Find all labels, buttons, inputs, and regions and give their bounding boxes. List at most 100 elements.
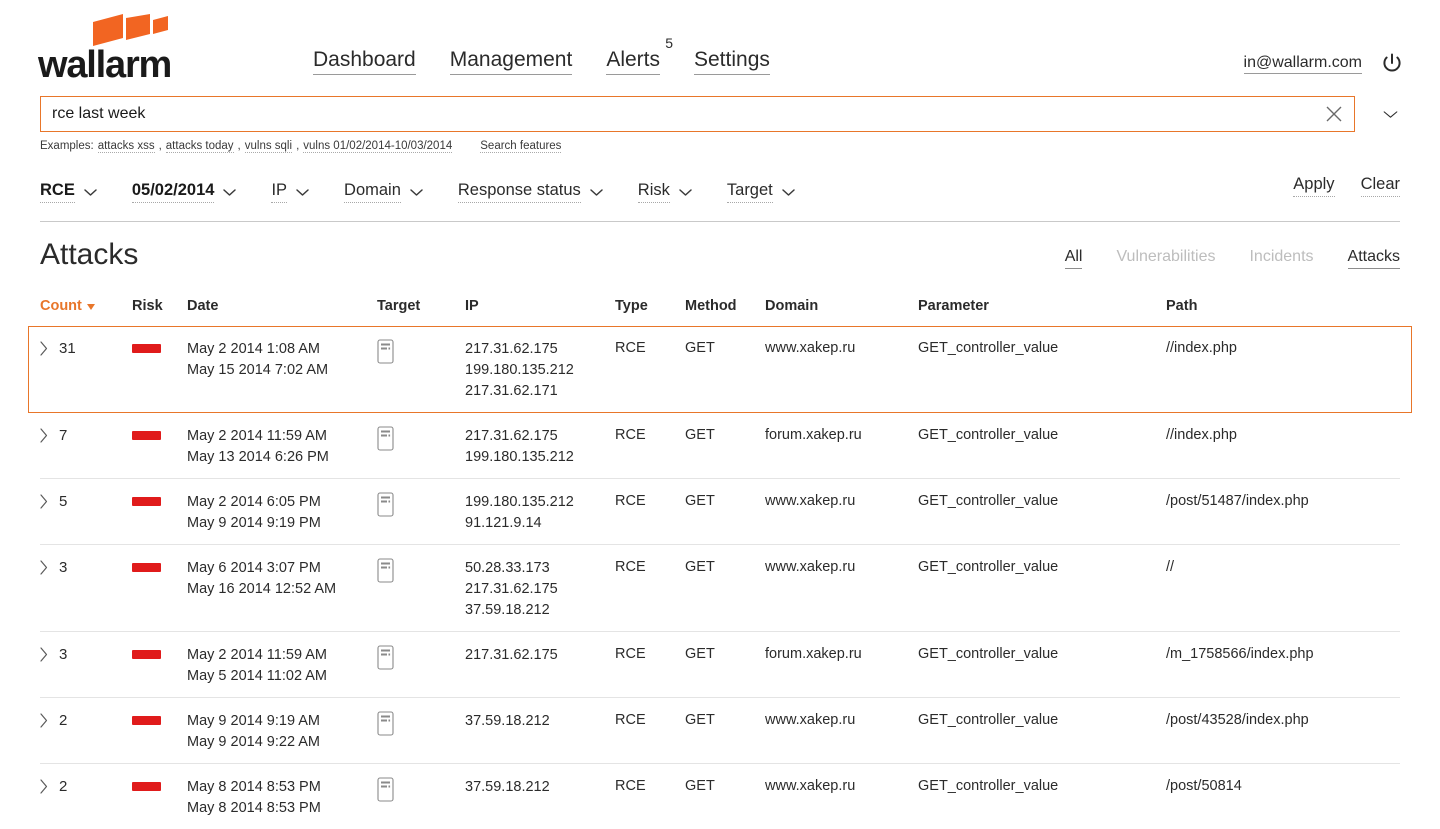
column-header-type[interactable]: Type xyxy=(615,298,685,314)
clear-button[interactable]: Clear xyxy=(1360,175,1400,197)
row-path: /m_1758566/index.php xyxy=(1166,646,1314,662)
row-domain: www.xakep.ru xyxy=(765,559,856,575)
search-box[interactable] xyxy=(40,96,1355,132)
nav-item-alerts[interactable]: Alerts 5 xyxy=(606,35,673,75)
row-dates: May 2 2014 6:05 PM May 9 2014 9:19 PM xyxy=(187,491,377,534)
row-count: 2 xyxy=(59,712,68,729)
example-link-3[interactable]: vulns sqli xyxy=(244,140,293,153)
power-icon[interactable] xyxy=(1380,52,1404,76)
expand-row-icon[interactable] xyxy=(40,779,48,794)
row-date: May 8 2014 8:53 PM xyxy=(187,800,321,816)
row-ips: 199.180.135.212 91.121.9.14 xyxy=(465,491,615,534)
row-date: May 8 2014 8:53 PM xyxy=(187,779,321,795)
server-icon[interactable] xyxy=(377,645,394,670)
filter-response-status[interactable]: Response status xyxy=(457,181,604,203)
search-features-link[interactable]: Search features xyxy=(480,140,562,153)
tab-vulnerabilities[interactable]: Vulnerabilities xyxy=(1116,248,1215,269)
chevron-down-icon[interactable] xyxy=(1381,104,1400,124)
apply-button[interactable]: Apply xyxy=(1293,175,1335,197)
row-ips: 217.31.62.175 199.180.135.212 xyxy=(465,425,615,468)
table-row[interactable]: 5 May 2 2014 6:05 PM May 9 2014 9:19 PM 199… xyxy=(40,478,1400,544)
row-date: May 9 2014 9:22 AM xyxy=(187,734,320,750)
result-tabs: All Vulnerabilities Incidents Attacks xyxy=(1064,248,1400,269)
server-icon[interactable] xyxy=(377,426,394,451)
example-link-2[interactable]: attacks today xyxy=(165,140,234,153)
chevron-down-icon xyxy=(296,188,309,196)
example-link-4[interactable]: vulns 01/02/2014-10/03/2014 xyxy=(303,140,453,153)
nav-item-settings[interactable]: Settings xyxy=(694,48,770,75)
column-header-date[interactable]: Date xyxy=(187,298,377,314)
nav-item-dashboard[interactable]: Dashboard xyxy=(313,48,416,75)
column-header-domain[interactable]: Domain xyxy=(765,298,918,314)
nav-label: Settings xyxy=(694,48,770,71)
table-row[interactable]: 31 May 2 2014 1:08 AM May 15 2014 7:02 AM 2… xyxy=(28,326,1412,413)
server-icon[interactable] xyxy=(377,492,394,517)
row-domain: www.xakep.ru xyxy=(765,493,856,509)
server-icon[interactable] xyxy=(377,777,394,802)
expand-row-icon[interactable] xyxy=(40,341,48,356)
row-date: May 2 2014 11:59 AM xyxy=(187,428,327,444)
column-header-method[interactable]: Method xyxy=(685,298,765,314)
filter-domain[interactable]: Domain xyxy=(344,181,424,203)
column-header-path[interactable]: Path xyxy=(1166,298,1400,314)
filter-rce[interactable]: RCE xyxy=(40,181,98,203)
column-header-count[interactable]: Count xyxy=(40,298,132,314)
filter-risk[interactable]: Risk xyxy=(637,181,693,203)
logo[interactable]: wallarm xyxy=(38,12,188,84)
filter-label: Domain xyxy=(344,181,401,203)
filter-target[interactable]: Target xyxy=(726,181,796,203)
row-target xyxy=(377,557,465,583)
row-type: RCE xyxy=(615,340,646,356)
row-method: GET xyxy=(685,712,715,728)
row-dates: May 8 2014 8:53 PM May 8 2014 8:53 PM xyxy=(187,776,377,819)
wallarm-logo-mark xyxy=(93,14,168,46)
row-parameter: GET_controller_value xyxy=(918,778,1059,794)
filter-actions: Apply Clear xyxy=(1293,175,1400,197)
close-icon[interactable] xyxy=(1324,104,1344,124)
expand-row-icon[interactable] xyxy=(40,428,48,443)
row-parameter: GET_controller_value xyxy=(918,340,1059,356)
row-ip: 199.180.135.212 xyxy=(465,494,574,510)
chevron-down-icon xyxy=(782,188,795,196)
row-target xyxy=(377,425,465,451)
row-target xyxy=(377,776,465,802)
expand-row-icon[interactable] xyxy=(40,560,48,575)
nav-item-management[interactable]: Management xyxy=(449,48,573,75)
filter-label: Target xyxy=(726,181,773,203)
search-input[interactable] xyxy=(41,97,1354,131)
chevron-down-icon xyxy=(223,188,237,196)
expand-row-icon[interactable] xyxy=(40,647,48,662)
row-date: May 6 2014 3:07 PM xyxy=(187,560,321,576)
row-method: GET xyxy=(685,778,715,794)
column-header-risk[interactable]: Risk xyxy=(132,298,187,314)
column-header-target[interactable]: Target xyxy=(377,298,465,314)
table-row[interactable]: 3 May 6 2014 3:07 PM May 16 2014 12:52 AM 5… xyxy=(40,544,1400,631)
table-row[interactable]: 2 May 8 2014 8:53 PM May 8 2014 8:53 PM 37.… xyxy=(40,763,1400,829)
server-icon[interactable] xyxy=(377,711,394,736)
expand-row-icon[interactable] xyxy=(40,494,48,509)
row-date: May 2 2014 1:08 AM xyxy=(187,341,320,357)
tab-all[interactable]: All xyxy=(1064,248,1083,269)
server-icon[interactable] xyxy=(377,339,394,364)
column-header-ip[interactable]: IP xyxy=(465,298,615,314)
tab-incidents[interactable]: Incidents xyxy=(1249,248,1313,269)
row-ips: 217.31.62.175 xyxy=(465,644,615,666)
tab-attacks[interactable]: Attacks xyxy=(1347,248,1400,269)
search-zone: Examples: attacks xss, attacks today, vu… xyxy=(0,96,1440,153)
row-parameter: GET_controller_value xyxy=(918,493,1059,509)
expand-row-icon[interactable] xyxy=(40,713,48,728)
table-row[interactable]: 2 May 9 2014 9:19 AM May 9 2014 9:22 AM 37.… xyxy=(40,697,1400,763)
risk-indicator xyxy=(132,497,161,506)
table-row[interactable]: 7 May 2 2014 11:59 AM May 13 2014 6:26 PM 2… xyxy=(40,413,1400,478)
user-area: in@wallarm.com xyxy=(1243,52,1404,76)
table-row[interactable]: 3 May 2 2014 11:59 AM May 5 2014 11:02 AM 2… xyxy=(40,631,1400,697)
filter-date[interactable]: 05/02/2014 xyxy=(131,181,238,203)
filter-ip[interactable]: IP xyxy=(271,181,310,203)
example-link-1[interactable]: attacks xss xyxy=(97,140,155,153)
user-email-link[interactable]: in@wallarm.com xyxy=(1243,54,1362,74)
row-path: /post/50814 xyxy=(1166,778,1242,794)
row-ips: 50.28.33.173 217.31.62.175 37.59.18.212 xyxy=(465,557,615,621)
examples-label: Examples: xyxy=(40,140,94,152)
server-icon[interactable] xyxy=(377,558,394,583)
column-header-parameter[interactable]: Parameter xyxy=(918,298,1166,314)
